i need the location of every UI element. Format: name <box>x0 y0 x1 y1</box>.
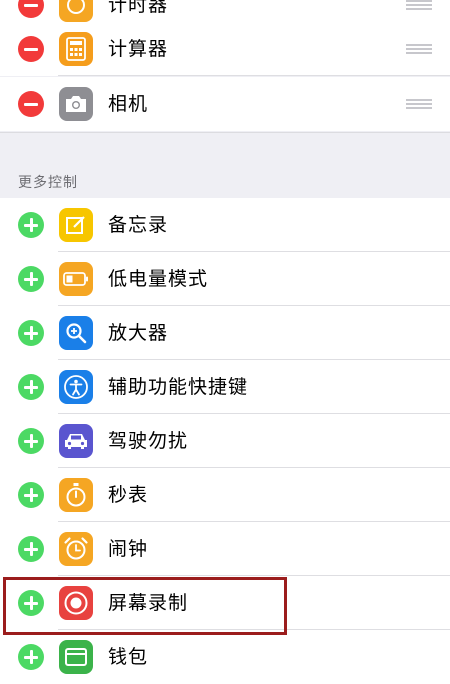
control-row-low-power-mode: 低电量模式 <box>0 252 450 306</box>
control-row-screen-recording: 屏幕录制 <box>0 576 450 630</box>
reorder-handle-calculator[interactable] <box>406 44 432 54</box>
control-row-camera: 相机 <box>0 77 450 131</box>
reorder-handle-timer[interactable] <box>406 0 432 10</box>
screen-record-icon <box>59 586 93 620</box>
add-wallet-button[interactable] <box>18 644 44 670</box>
calculator-icon <box>59 32 93 66</box>
add-notes-button[interactable] <box>18 212 44 238</box>
reorder-handle-camera[interactable] <box>406 99 432 109</box>
add-screen-recording-button[interactable] <box>18 590 44 616</box>
add-do-not-disturb-driving-button[interactable] <box>18 428 44 454</box>
section-header-more-controls: 更多控制 <box>18 175 78 191</box>
control-label-camera: 相机 <box>108 93 149 115</box>
control-label-low-power-mode: 低电量模式 <box>108 268 209 290</box>
control-row-notes: 备忘录 <box>0 198 450 252</box>
control-row-accessibility: 辅助功能快捷键 <box>0 360 450 414</box>
control-row-do-not-disturb-driving: 驾驶勿扰 <box>0 414 450 468</box>
add-alarm-button[interactable] <box>18 536 44 562</box>
control-label-accessibility: 辅助功能快捷键 <box>108 376 249 398</box>
add-accessibility-button[interactable] <box>18 374 44 400</box>
remove-calculator-button[interactable] <box>18 36 44 62</box>
remove-timer-button[interactable] <box>18 0 44 18</box>
alarm-clock-icon <box>59 532 93 566</box>
timer-icon <box>59 0 93 22</box>
magnifier-icon <box>59 316 93 350</box>
control-label-do-not-disturb-driving: 驾驶勿扰 <box>108 430 189 452</box>
add-low-power-mode-button[interactable] <box>18 266 44 292</box>
control-label-calculator: 计算器 <box>108 38 169 60</box>
control-label-wallet: 钱包 <box>108 646 149 668</box>
control-row-stopwatch: 秒表 <box>0 468 450 522</box>
control-label-screen-recording: 屏幕录制 <box>108 592 189 614</box>
notes-icon <box>59 208 93 242</box>
add-stopwatch-button[interactable] <box>18 482 44 508</box>
control-row-magnifier: 放大器 <box>0 306 450 360</box>
control-label-stopwatch: 秒表 <box>108 484 149 506</box>
control-row-wallet: 钱包 <box>0 630 450 684</box>
car-icon <box>59 424 93 458</box>
wallet-icon <box>59 640 93 674</box>
accessibility-icon <box>59 370 93 404</box>
control-label-alarm: 闹钟 <box>108 538 149 560</box>
control-row-alarm: 闹钟 <box>0 522 450 576</box>
remove-camera-button[interactable] <box>18 91 44 117</box>
control-label-magnifier: 放大器 <box>108 322 169 344</box>
add-magnifier-button[interactable] <box>18 320 44 346</box>
control-label-notes: 备忘录 <box>108 214 169 236</box>
low-power-mode-icon <box>59 262 93 296</box>
stopwatch-icon <box>59 478 93 512</box>
control-row-calculator: 计算器 <box>0 22 450 76</box>
camera-icon <box>59 87 93 121</box>
